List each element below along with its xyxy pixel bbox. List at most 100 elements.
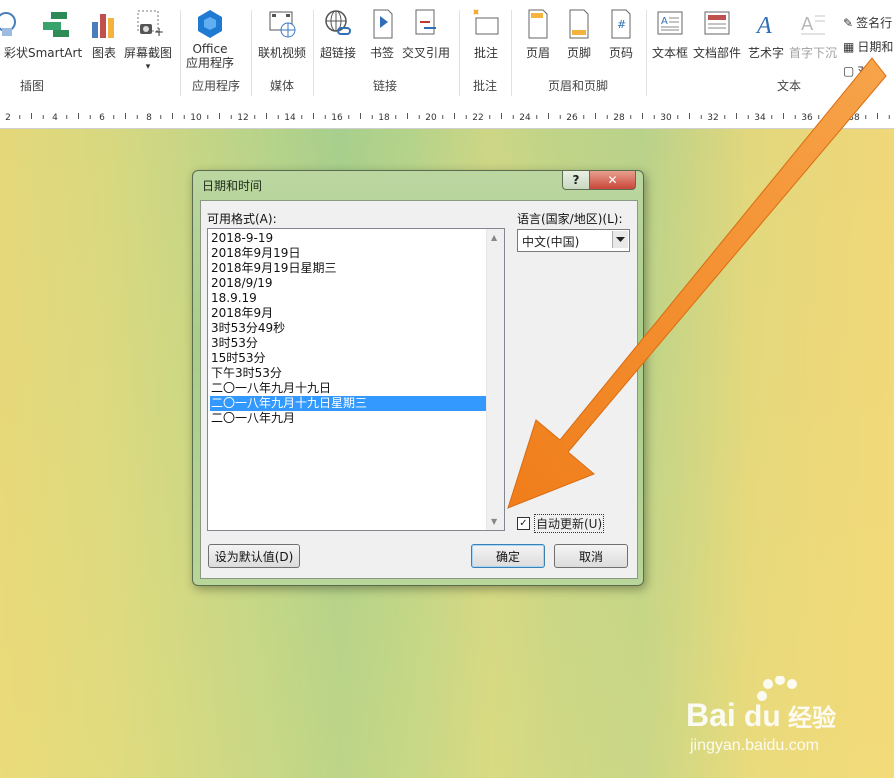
ruler-label: 32 (707, 113, 718, 123)
ruler-label: 14 (284, 113, 296, 123)
ok-button[interactable]: 确定 (471, 544, 545, 568)
cancel-button[interactable]: 取消 (554, 544, 628, 568)
ruler-label: 30 (660, 113, 672, 123)
svg-text:#: # (617, 18, 626, 31)
header-icon (522, 8, 554, 40)
date-time-button[interactable]: ▦ 日期和 (843, 38, 893, 55)
checkbox-box[interactable]: ✓ (517, 517, 530, 530)
format-option[interactable]: 2018/9/19 (210, 276, 491, 291)
date-time-dialog: 日期和时间 ? ✕ 可用格式(A): 2018-9-19 2018年9月19日 20… (192, 170, 644, 586)
group-label-text: 文本 (777, 79, 802, 93)
tab-strip (0, 0, 894, 6)
quick-parts-icon (701, 8, 733, 40)
ruler-ticks: 2 4 6 8 10 12 14 16 18 20 22 24 26 28 30 32 34 36 38 (5, 113, 890, 123)
signature-line-button[interactable]: ✎ 签名行 (843, 14, 892, 31)
format-option[interactable]: 二〇一八年九月十九日星期三 (210, 396, 491, 411)
ruler-label: 4 (52, 113, 58, 123)
help-button[interactable]: ? (562, 171, 590, 190)
ruler-label: 8 (146, 113, 152, 123)
page-number-button[interactable]: # 页码 (605, 8, 637, 60)
screenshot-icon: + (132, 8, 164, 40)
ruler-label: 36 (801, 113, 813, 123)
ruler-label: 10 (190, 113, 202, 123)
textbox-button[interactable]: A 文本框 (652, 8, 688, 60)
object-icon: ▢ (843, 63, 855, 78)
object-button[interactable]: ▢ 对象 (843, 62, 881, 79)
group-label-comments: 批注 (473, 79, 498, 93)
format-option[interactable]: 二〇一八年九月十九日 (210, 381, 491, 396)
hyperlink-button[interactable]: 超链接 (320, 8, 356, 60)
format-option[interactable]: 15时53分 (210, 351, 491, 366)
drop-cap-button[interactable]: A 首字下沉 (789, 8, 837, 60)
scroll-down-icon[interactable]: ▼ (491, 517, 497, 526)
header-button[interactable]: 页眉 (522, 8, 554, 60)
wordart-button[interactable]: A 艺术字 (748, 8, 784, 60)
footer-button[interactable]: 页脚 (563, 8, 595, 60)
svg-text:A: A (755, 13, 772, 39)
office-apps-button[interactable]: Office 应用程序 (186, 8, 234, 70)
bookmark-icon (366, 8, 398, 40)
group-separator (313, 10, 314, 96)
chevron-down-icon: ▾ (145, 62, 151, 72)
format-option[interactable]: 18.9.19 (210, 291, 491, 306)
new-comment-button[interactable]: 批注 (470, 8, 502, 60)
language-label: 语言(国家/地区)(L): (517, 212, 623, 226)
comment-icon (470, 8, 502, 40)
format-option[interactable]: 二〇一八年九月 (210, 411, 491, 426)
online-video-button[interactable]: 联机视频 (258, 8, 306, 60)
baidu-logo: Bai du 经验 jingyan.baidu.com (686, 675, 836, 754)
ruler-label: 26 (566, 113, 578, 123)
ribbon: 彩状 SmartArt 图表 + 屏幕截图 ▾ 插图 Office 应用程序 应… (0, 0, 894, 105)
help-icon: ? (572, 173, 580, 187)
bookmark-button[interactable]: 书签 (366, 8, 398, 60)
quick-parts-button[interactable]: 文档部件 (693, 8, 741, 60)
dropdown-arrow-icon[interactable] (612, 231, 628, 248)
close-button[interactable]: ✕ (589, 171, 636, 190)
group-label-illustrations: 插图 (20, 79, 45, 93)
formats-label: 可用格式(A): (207, 212, 277, 226)
ruler-label: 12 (237, 113, 248, 123)
svg-text:+: + (154, 25, 164, 39)
check-icon: ✓ (519, 517, 528, 529)
smartart-button[interactable]: SmartArt (28, 8, 82, 60)
format-option[interactable]: 3时53分 (210, 336, 491, 351)
cross-reference-icon (410, 8, 442, 40)
wordart-icon: A (750, 8, 782, 40)
vertical-scrollbar[interactable]: ▲ ▼ (486, 229, 504, 530)
language-select[interactable]: 中文(中国) (517, 229, 630, 252)
format-option[interactable]: 3时53分49秒 (210, 321, 491, 336)
drop-cap-icon: A (797, 8, 829, 40)
screenshot-button[interactable]: + 屏幕截图 ▾ (124, 8, 172, 74)
language-value: 中文(中国) (522, 235, 580, 249)
baidu-watermark: Bai du 经验 jingyan.baidu.com (684, 675, 854, 759)
format-option[interactable]: 2018-9-19 (210, 231, 491, 246)
page-number-icon: # (605, 8, 637, 40)
format-option[interactable]: 2018年9月19日星期三 (210, 261, 491, 276)
ruler-label: 22 (472, 113, 483, 123)
footer-icon (563, 8, 595, 40)
textbox-icon: A (654, 8, 686, 40)
format-option[interactable]: 2018年9月 (210, 306, 491, 321)
smartart-icon (39, 8, 71, 40)
dialog-title: 日期和时间 (202, 179, 263, 193)
format-option[interactable]: 2018年9月19日 (210, 246, 491, 261)
ruler-label: 18 (378, 113, 390, 123)
formats-listbox[interactable]: 2018-9-19 2018年9月19日 2018年9月19日星期三 2018/9/1… (207, 228, 505, 531)
signature-icon: ✎ (843, 15, 854, 30)
group-label-apps: 应用程序 (192, 79, 241, 93)
horizontal-ruler: 2 4 6 8 10 12 14 16 18 20 22 24 26 28 30 32 34 36 38 (0, 104, 894, 129)
cross-reference-button[interactable]: 交叉引用 (402, 8, 450, 60)
group-separator (511, 10, 512, 96)
set-default-button[interactable]: 设为默认值(D) (208, 544, 300, 568)
svg-text:jingyan.baidu.com: jingyan.baidu.com (689, 737, 819, 754)
chart-button[interactable]: 图表 (88, 8, 120, 60)
ruler-label: 38 (848, 113, 860, 123)
auto-update-checkbox[interactable]: ✓ 自动更新(U) (517, 514, 605, 533)
ruler-label: 6 (99, 113, 105, 123)
ruler-label: 16 (331, 113, 343, 123)
group-label-media: 媒体 (270, 79, 295, 93)
scroll-up-icon[interactable]: ▲ (491, 233, 497, 242)
globe-link-icon (322, 8, 354, 40)
group-separator (251, 10, 252, 96)
format-option[interactable]: 下午3时53分 (210, 366, 491, 381)
